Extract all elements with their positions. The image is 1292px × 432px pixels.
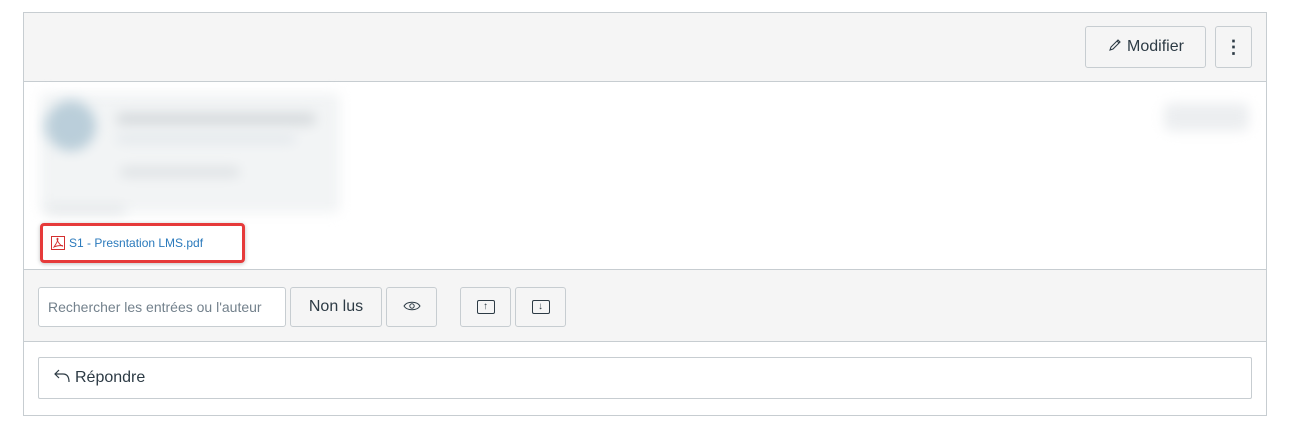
attachment-highlight: S1 - Presntation LMS.pdf — [40, 223, 245, 263]
collapse-threads-button[interactable]: ↑ — [460, 287, 511, 327]
collapse-up-icon: ↑ — [476, 300, 495, 314]
eye-icon — [402, 299, 421, 316]
unread-button-label: Non lus — [308, 298, 364, 315]
post-status — [1164, 103, 1249, 131]
pencil-icon — [1107, 37, 1123, 58]
expand-down-icon: ↓ — [531, 300, 550, 314]
unread-button[interactable]: Non lus — [290, 287, 382, 327]
expand-threads-button[interactable]: ↓ — [515, 287, 566, 327]
reply-button[interactable]: Répondre — [38, 357, 1252, 399]
filter-bar: Non lus ↑ ↓ — [24, 269, 1266, 342]
pdf-icon — [51, 236, 65, 250]
more-options-button[interactable]: ⋮ — [1215, 26, 1252, 68]
search-input[interactable] — [38, 287, 286, 327]
discussion-toolbar: Modifier ⋮ — [24, 13, 1266, 82]
post-body-blur — [40, 93, 340, 213]
discussion-panel: Modifier ⋮ S1 - Presntation LMS.pdf Non … — [23, 12, 1267, 416]
attachment-link[interactable]: S1 - Presntation LMS.pdf — [69, 236, 203, 250]
reply-arrow-icon — [53, 368, 71, 389]
reply-label: Répondre — [75, 369, 146, 386]
post-content: S1 - Presntation LMS.pdf — [24, 83, 1266, 269]
edit-button-label: Modifier — [1127, 38, 1184, 55]
kebab-menu-icon: ⋮ — [1224, 36, 1243, 57]
mark-read-button[interactable] — [386, 287, 437, 327]
edit-button[interactable]: Modifier — [1085, 26, 1206, 68]
